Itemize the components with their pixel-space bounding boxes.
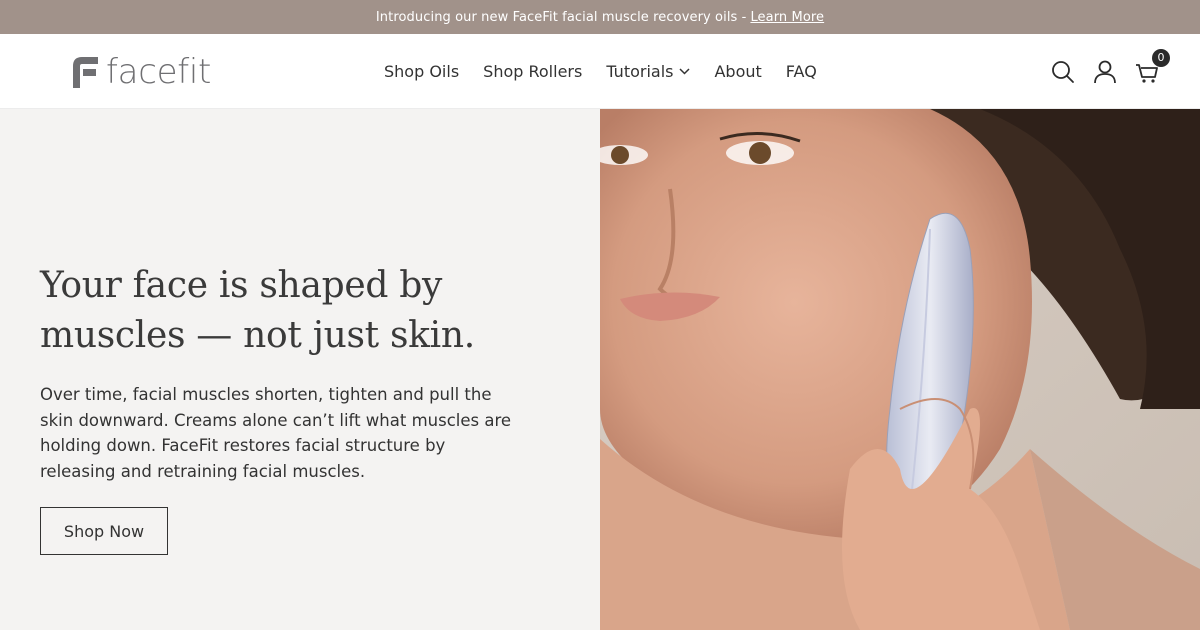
hero-body: Over time, facial muscles shorten, tight… [40, 385, 512, 481]
nav-label: Shop Rollers [483, 62, 583, 81]
nav-label: Tutorials [606, 62, 674, 81]
account-icon [1094, 60, 1116, 83]
hero-image [600, 109, 1200, 630]
nav-label: Shop Oils [384, 62, 460, 81]
logo-text: facefit [106, 52, 212, 92]
announcement-bar: Introducing our new FaceFit facial muscl… [0, 0, 1200, 34]
search-icon [1052, 60, 1074, 83]
nav-shop-rollers[interactable]: Shop Rollers [483, 62, 582, 81]
shop-now-button[interactable]: Shop Now [40, 507, 168, 555]
hero-text-panel: Your face is shaped by muscles — not jus… [0, 109, 600, 630]
chevron-down-icon [679, 68, 691, 75]
learn-more-link[interactable]: Learn More [750, 10, 824, 25]
header-icons: 0 [1034, 34, 1170, 109]
logo[interactable]: facefit [70, 53, 211, 91]
main-nav: Shop Oils Shop Rollers Tutorials About F… [384, 34, 841, 109]
nav-shop-oils[interactable]: Shop Oils [384, 62, 459, 81]
hero-photo-woman-with-roller [600, 109, 1200, 630]
announcement-text: Introducing our new FaceFit facial muscl… [375, 9, 747, 25]
nav-label: FAQ [785, 62, 817, 81]
site-header: facefit Shop Oils Shop Rollers Tutorials… [0, 34, 1200, 109]
search-button[interactable] [1050, 59, 1076, 85]
nav-label: About [714, 62, 762, 81]
logo-mark-icon [73, 57, 98, 88]
account-button[interactable] [1092, 59, 1118, 85]
cart-button[interactable]: 0 [1134, 48, 1170, 85]
nav-about[interactable]: About [714, 62, 761, 81]
nav-faq[interactable]: FAQ [786, 62, 817, 81]
cart-count-badge: 0 [1152, 48, 1170, 67]
nav-tutorials[interactable]: Tutorials [606, 62, 691, 81]
hero-title: Your face is shaped by muscles — not jus… [40, 265, 475, 356]
